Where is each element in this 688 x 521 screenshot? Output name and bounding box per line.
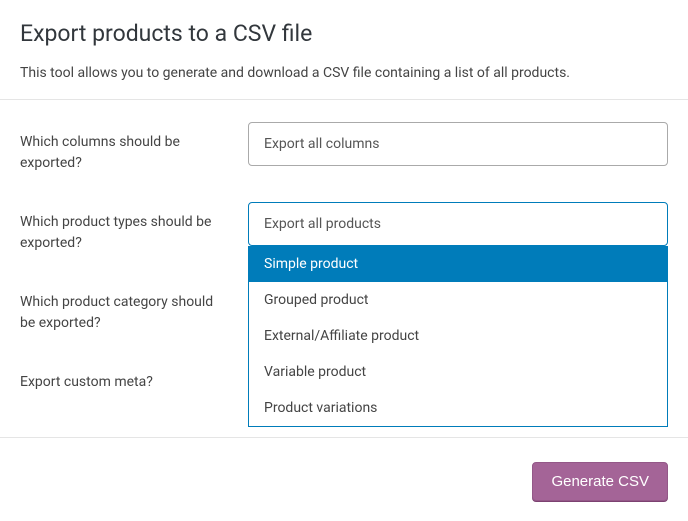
dropdown-option-variable[interactable]: Variable product	[249, 354, 667, 390]
category-label: Which product category should be exporte…	[20, 282, 250, 334]
dropdown-option-variations[interactable]: Product variations	[249, 390, 667, 426]
custom-meta-label: Export custom meta?	[20, 362, 250, 393]
product-types-dropdown: Simple product Grouped product External/…	[248, 246, 668, 427]
dropdown-option-grouped[interactable]: Grouped product	[249, 282, 667, 318]
page-description: This tool allows you to generate and dow…	[20, 65, 668, 81]
columns-label: Which columns should be exported?	[20, 122, 248, 174]
page-title: Export products to a CSV file	[20, 20, 668, 47]
generate-csv-button[interactable]: Generate CSV	[532, 462, 668, 501]
product-types-label: Which product types should be exported?	[20, 202, 248, 254]
divider	[0, 99, 688, 100]
bottom-divider	[0, 437, 688, 438]
dropdown-option-external[interactable]: External/Affiliate product	[249, 318, 667, 354]
product-types-select[interactable]: Export all products	[248, 202, 668, 246]
dropdown-option-simple[interactable]: Simple product	[249, 246, 667, 282]
columns-select[interactable]: Export all columns	[248, 122, 668, 166]
